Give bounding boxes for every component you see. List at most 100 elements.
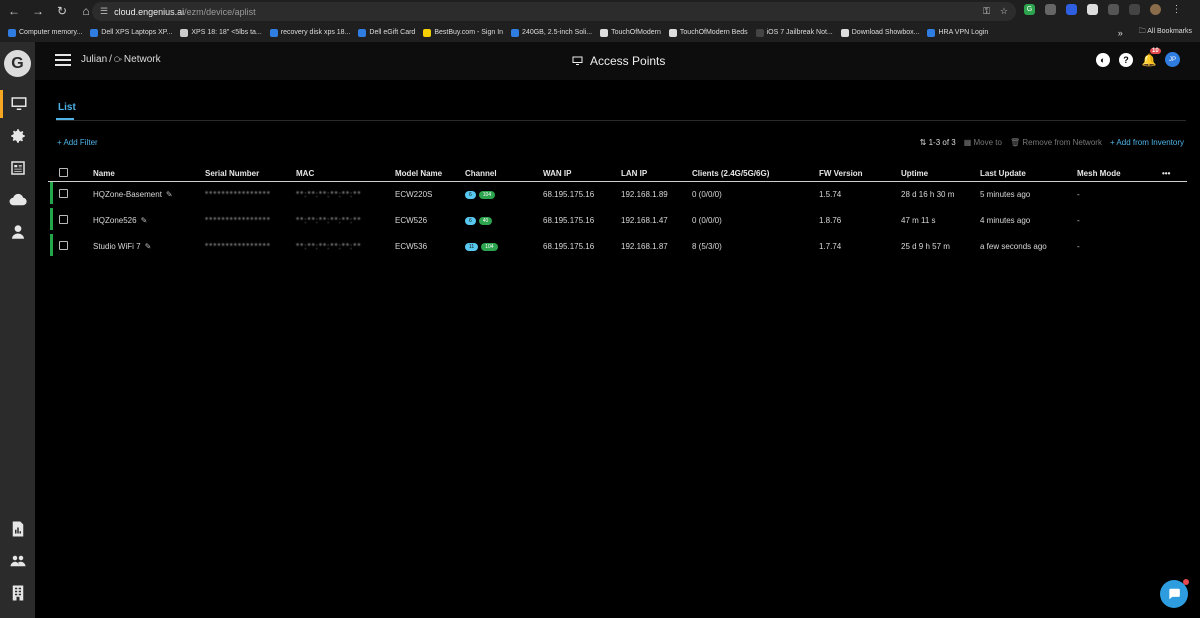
sort-count[interactable]: ⇅ 1-3 of 3 [920,138,956,147]
add-from-inventory-button[interactable]: + Add from Inventory [1110,138,1184,147]
extension-icon[interactable] [1066,4,1077,15]
fw-version: 1.8.76 [819,215,842,225]
bookmark-item[interactable]: XPS 18: 18" <5lbs ta... [180,28,262,37]
sidebar-item-reports[interactable] [0,515,35,543]
row-checkbox[interactable] [59,188,68,198]
address-bar[interactable]: ☰ cloud.engenius.ai/ezm/device/aplist ⚿ … [92,2,1016,21]
hamburger-menu-icon[interactable] [55,54,71,66]
bookmark-item[interactable]: TouchOfModern Beds [668,28,748,37]
bookmark-item[interactable]: Computer memory... [8,28,82,37]
select-all-checkbox[interactable] [59,167,68,177]
wan-ip: 68.195.175.16 [543,241,595,251]
avatar[interactable]: JP [1165,52,1180,67]
engenius-logo[interactable]: G [4,50,31,77]
remove-from-network-button[interactable]: 🗑 Remove from Network [1010,138,1102,147]
edit-icon[interactable]: ✎ [141,216,148,225]
page-title: Access Points [571,54,665,68]
bookmark-item[interactable]: iOS 7 Jailbreak Not... [755,28,833,37]
sidebar-item-devices[interactable] [0,90,35,118]
serial-number: **************** [205,189,271,199]
col-mesh-mode[interactable]: Mesh Mode [1075,166,1160,182]
table-row[interactable]: Studio WiFi 7 ✎ **************** **:**:**… [48,233,1187,259]
bookmark-item[interactable]: TouchOfModern [600,28,661,37]
theme-toggle-icon[interactable]: ◐ [1096,52,1110,67]
col-last-update[interactable]: Last Update [978,166,1075,182]
chat-icon [1169,588,1180,600]
bookmark-item[interactable]: Download Showbox... [840,28,919,37]
extension-icon[interactable] [1045,4,1056,15]
bookmark-item[interactable]: 240GB, 2.5-inch Soli... [511,28,592,37]
bookmark-item[interactable]: Dell eGift Card [358,28,415,37]
col-name[interactable]: Name [91,166,203,182]
table-actions: ⇅ 1-3 of 3 ▦ Move to 🗑 Remove from Netwo… [920,138,1184,147]
report-icon [12,521,23,537]
device-name[interactable]: Studio WiFi 7 [93,242,141,251]
help-icon[interactable]: ? [1119,52,1133,67]
site-info-icon[interactable]: ☰ [100,6,108,17]
bookmark-item[interactable]: recovery disk xps 18... [269,28,350,37]
col-lan-ip[interactable]: LAN IP [619,166,690,182]
tab-list[interactable]: List [58,102,76,113]
channel-5g-badge: 40 [478,217,493,225]
sidebar-item-settings[interactable] [0,122,35,150]
col-clients[interactable]: Clients (2.4G/5G/6G) [690,166,817,182]
mesh-mode: - [1077,215,1080,225]
device-name[interactable]: HQZone526 [93,216,137,225]
wan-ip: 68.195.175.16 [543,215,595,225]
col-fw-version[interactable]: FW Version [817,166,899,182]
sidebar-item-team[interactable] [0,547,35,575]
add-filter-button[interactable]: + Add Filter [57,138,98,147]
device-name[interactable]: HQZone-Basement [93,190,162,199]
extension-g-icon[interactable]: G [1024,4,1035,15]
breadcrumb-network[interactable]: Network [124,54,161,65]
mac-address: **:**:**:**:**:** [296,241,362,251]
sidebar-item-logs[interactable] [0,154,35,182]
wan-ip: 68.195.175.16 [543,189,595,199]
table-row[interactable]: HQZone526 ✎ **************** **:**:**:**:… [48,207,1187,233]
sidebar-item-organization[interactable] [0,579,35,607]
breadcrumb-org[interactable]: Julian [81,54,107,65]
extension-icon[interactable] [1087,4,1098,15]
extensions-puzzle-icon[interactable] [1108,4,1119,15]
column-options-icon[interactable]: ••• [1160,166,1187,182]
edit-icon[interactable]: ✎ [145,242,152,251]
mac-address: **:**:**:**:**:** [296,215,362,225]
row-checkbox[interactable] [59,240,68,250]
col-wan-ip[interactable]: WAN IP [541,166,619,182]
profile-avatar-icon[interactable] [1150,4,1161,15]
reading-list-icon[interactable] [1129,4,1140,15]
sidebar-item-cloud[interactable] [0,186,35,214]
bookmarks-bar: Computer memory... Dell XPS Laptops XP..… [0,24,1200,41]
table-row[interactable]: HQZone-Basement ✎ **************** **:**:… [48,181,1187,207]
bookmark-item[interactable]: BestBuy.com - Sign In [423,28,503,37]
browser-menu-icon[interactable]: ⋮ [1171,4,1182,15]
move-to-button[interactable]: ▦ Move to [964,138,1002,147]
move-icon: ▦ [963,138,972,147]
reload-icon[interactable]: ↻ [52,1,72,21]
notification-badge: 10 [1150,47,1161,54]
more-bookmarks-button[interactable]: » [1118,28,1123,38]
notification-bell-icon[interactable]: 🔔 10 [1142,47,1161,67]
sidebar-item-users[interactable] [0,218,35,246]
password-key-icon[interactable]: ⚿ [983,6,990,17]
uptime: 25 d 9 h 57 m [901,241,950,251]
row-checkbox[interactable] [59,214,68,224]
forward-icon[interactable]: → [28,1,48,21]
all-bookmarks-folder[interactable]: 🗀 All Bookmarks [1139,27,1192,38]
app-header: Julian / ⧂ Network Access Points ◐ ? 🔔 10… [35,42,1200,80]
col-model[interactable]: Model Name [393,166,463,182]
clients: 8 (5/3/0) [692,241,722,251]
col-serial[interactable]: Serial Number [203,166,294,182]
back-icon[interactable]: ← [4,1,24,21]
chat-support-button[interactable] [1160,579,1189,608]
bookmark-item[interactable]: Dell XPS Laptops XP... [90,28,172,37]
monitor-icon [11,97,27,110]
col-uptime[interactable]: Uptime [899,166,978,182]
col-channel[interactable]: Channel [463,166,541,182]
bookmark-star-icon[interactable]: ☆ [1000,6,1008,17]
edit-icon[interactable]: ✎ [166,190,173,199]
sort-icon: ⇅ [919,138,927,147]
col-mac[interactable]: MAC [294,166,393,182]
bookmark-item[interactable]: HRA VPN Login [927,28,988,37]
main-content: List + Add Filter ⇅ 1-3 of 3 ▦ Move to 🗑… [35,80,1200,618]
